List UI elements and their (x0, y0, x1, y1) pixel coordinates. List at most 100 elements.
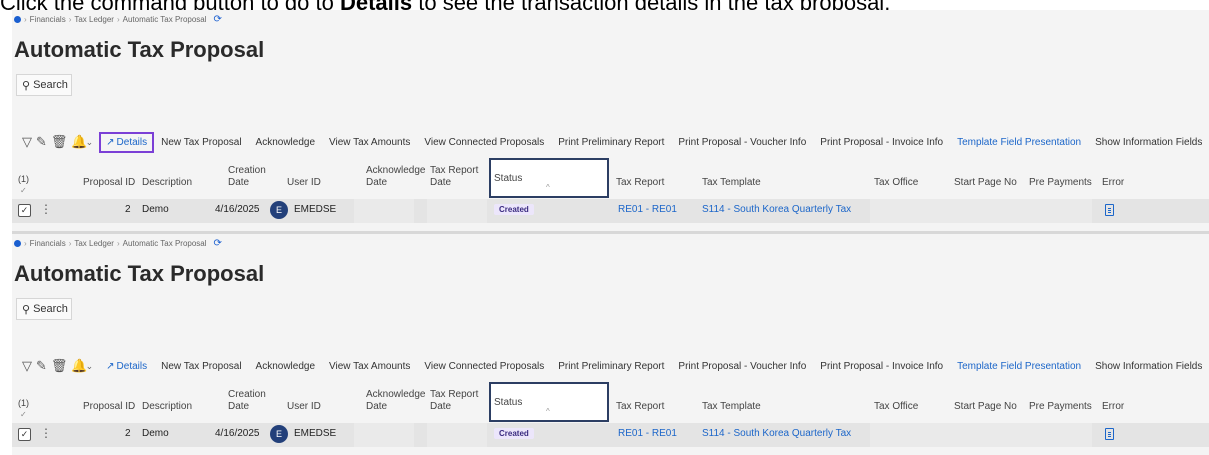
breadcrumb-separator-icon: › (24, 14, 27, 24)
col-creation-date-line1[interactable]: Creation (228, 389, 266, 401)
cell-tax-office (870, 199, 946, 223)
filter-icon[interactable]: ▽ (22, 131, 32, 153)
acknowledge-button[interactable]: Acknowledge (248, 131, 323, 153)
edit-pencil-icon[interactable]: ✎ (36, 131, 47, 153)
print-preliminary-report-button[interactable]: Print Preliminary Report (551, 131, 672, 153)
col-description[interactable]: Description (142, 177, 192, 189)
template-field-presentation-button[interactable]: Template Field Presentation (950, 131, 1089, 153)
details-button[interactable]: ↗ Details (99, 131, 155, 153)
template-field-presentation-button[interactable]: Template Field Presentation (950, 355, 1089, 377)
col-status-highlighted[interactable]: Status ^ (489, 158, 609, 198)
show-information-fields-button[interactable]: Show Information Fields (1088, 355, 1209, 377)
col-tax-report-date-line1[interactable]: Tax Report (430, 389, 478, 401)
sort-caret-icon: ^ (546, 407, 550, 416)
col-tax-template[interactable]: Tax Template (702, 177, 761, 189)
cell-tax-template-link[interactable]: S114 - South Korea Quarterly Tax (702, 428, 851, 439)
error-document-icon[interactable] (1105, 428, 1114, 440)
col-user-id[interactable]: User ID (287, 177, 321, 189)
details-button[interactable]: ↗ Details (99, 355, 155, 377)
select-all-check-icon[interactable]: ✓ (20, 410, 27, 419)
col-acknowledge-date-line2[interactable]: Date (366, 401, 387, 413)
view-tax-amounts-button[interactable]: View Tax Amounts (322, 131, 418, 153)
refresh-icon[interactable]: ⟳ (214, 14, 222, 25)
col-proposal-id[interactable]: Proposal ID (83, 177, 135, 189)
delete-trash-icon[interactable]: 🗑 (51, 131, 68, 153)
breadcrumb-current: Automatic Tax Proposal (122, 238, 207, 248)
col-tax-report-date-line1[interactable]: Tax Report (430, 165, 478, 177)
breadcrumb-tax-ledger[interactable]: Tax Ledger (74, 239, 114, 248)
col-tax-report[interactable]: Tax Report (616, 401, 664, 413)
search-label: Search (33, 79, 68, 91)
col-proposal-id[interactable]: Proposal ID (83, 401, 135, 413)
print-proposal-voucher-button[interactable]: Print Proposal - Voucher Info (671, 131, 814, 153)
col-creation-date-line2[interactable]: Date (228, 177, 249, 189)
refresh-icon[interactable]: ⟳ (214, 238, 222, 249)
breadcrumb-tax-ledger[interactable]: Tax Ledger (74, 15, 114, 24)
breadcrumb-separator-icon: › (68, 14, 72, 24)
status-badge: Created (494, 428, 534, 439)
col-pre-payments[interactable]: Pre Payments (1029, 177, 1092, 189)
col-acknowledge-date-line1[interactable]: Acknowledge (366, 389, 425, 401)
view-connected-proposals-button[interactable]: View Connected Proposals (417, 131, 552, 153)
row-menu-icon[interactable]: ⋮ (40, 426, 52, 440)
error-document-icon[interactable] (1105, 204, 1114, 216)
page-title: Automatic Tax Proposal (14, 37, 265, 62)
breadcrumb-financials[interactable]: Financials (30, 239, 66, 248)
row-menu-icon[interactable]: ⋮ (40, 202, 52, 216)
print-preliminary-report-button[interactable]: Print Preliminary Report (551, 355, 672, 377)
table-row[interactable]: ✓ ⋮ 2 Demo 4/16/2025 E EMEDSE Created RE… (12, 199, 1209, 223)
cell-creation-date: 4/16/2025 (215, 428, 260, 439)
col-tax-report-date-line2[interactable]: Date (430, 177, 451, 189)
acknowledge-button[interactable]: Acknowledge (248, 355, 323, 377)
search-button[interactable]: ⚲ Search (16, 74, 72, 96)
col-error[interactable]: Error (1102, 177, 1124, 189)
row-checkbox[interactable]: ✓ (18, 428, 31, 441)
print-proposal-invoice-button[interactable]: Print Proposal - Invoice Info (813, 355, 951, 377)
cell-tax-report-link[interactable]: RE01 - RE01 (618, 204, 677, 215)
print-proposal-invoice-button[interactable]: Print Proposal - Invoice Info (813, 131, 951, 153)
view-tax-amounts-button[interactable]: View Tax Amounts (322, 355, 418, 377)
col-acknowledge-date-line2[interactable]: Date (366, 177, 387, 189)
print-proposal-voucher-button[interactable]: Print Proposal - Voucher Info (671, 355, 814, 377)
search-button[interactable]: ⚲ Search (16, 298, 72, 320)
cell-tax-report-link[interactable]: RE01 - RE01 (618, 428, 677, 439)
col-pre-payments[interactable]: Pre Payments (1029, 401, 1092, 413)
filter-icon[interactable]: ▽ (22, 355, 32, 377)
user-avatar: E (270, 201, 288, 219)
col-error[interactable]: Error (1102, 401, 1124, 413)
breadcrumb-financials[interactable]: Financials (30, 15, 66, 24)
col-tax-office[interactable]: Tax Office (874, 177, 918, 189)
chevron-down-icon[interactable]: ⌄ (86, 361, 94, 372)
new-tax-proposal-button[interactable]: New Tax Proposal (154, 355, 249, 377)
col-tax-template[interactable]: Tax Template (702, 401, 761, 413)
col-acknowledge-date-line1[interactable]: Acknowledge (366, 165, 425, 177)
col-user-id[interactable]: User ID (287, 401, 321, 413)
chevron-down-icon[interactable]: ⌄ (86, 137, 94, 148)
search-icon: ⚲ (22, 303, 31, 316)
col-description[interactable]: Description (142, 401, 192, 413)
new-tax-proposal-button[interactable]: New Tax Proposal (154, 131, 249, 153)
home-dot-icon[interactable] (14, 239, 21, 247)
cell-start-page-no (946, 199, 1022, 223)
instruction-post: to see the transaction details in the ta… (412, 0, 890, 10)
view-connected-proposals-button[interactable]: View Connected Proposals (417, 355, 552, 377)
home-dot-icon[interactable] (14, 15, 21, 23)
col-status-highlighted[interactable]: Status ^ (489, 382, 609, 422)
row-checkbox[interactable]: ✓ (18, 204, 31, 217)
col-start-page-no[interactable]: Start Page No (954, 177, 1017, 189)
col-tax-office[interactable]: Tax Office (874, 401, 918, 413)
selection-count: (1) (18, 174, 29, 184)
edit-pencil-icon[interactable]: ✎ (36, 355, 47, 377)
table-row[interactable]: ✓ ⋮ 2 Demo 4/16/2025 E EMEDSE Created RE… (12, 423, 1209, 447)
col-tax-report-date-line2[interactable]: Date (430, 401, 451, 413)
col-status-label: Status (494, 397, 523, 408)
col-tax-report[interactable]: Tax Report (616, 177, 664, 189)
col-creation-date-line2[interactable]: Date (228, 401, 249, 413)
select-all-check-icon[interactable]: ✓ (20, 186, 27, 195)
col-creation-date-line1[interactable]: Creation (228, 165, 266, 177)
delete-trash-icon[interactable]: 🗑 (51, 355, 68, 377)
command-toolbar: ▽ ✎ 🗑 🔔 ⌄ ↗ Details New Tax Proposal Ackn… (12, 353, 1209, 379)
show-information-fields-button[interactable]: Show Information Fields (1088, 131, 1209, 153)
col-start-page-no[interactable]: Start Page No (954, 401, 1017, 413)
cell-tax-template-link[interactable]: S114 - South Korea Quarterly Tax (702, 204, 851, 215)
